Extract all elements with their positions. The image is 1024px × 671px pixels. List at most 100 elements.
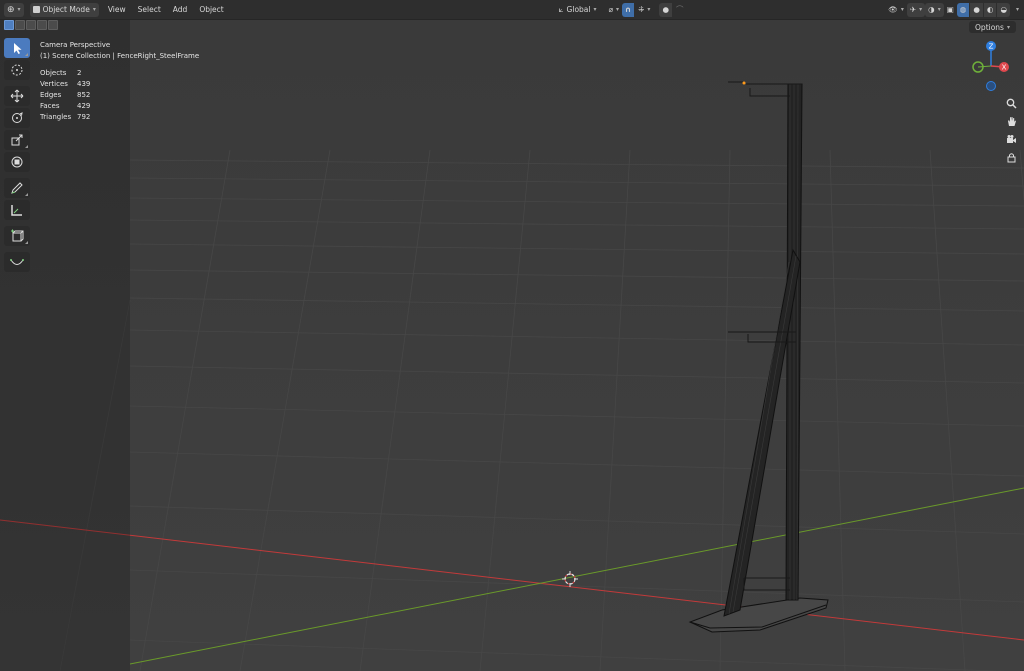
curve-icon: [10, 259, 24, 265]
gizmo-x-label: X: [1002, 64, 1007, 72]
select-new-button[interactable]: [4, 20, 14, 30]
falloff-curve-icon: ⌒: [675, 5, 684, 14]
3d-viewport-icon: ⊕: [7, 4, 15, 15]
chevron-down-icon: ▾: [900, 6, 904, 13]
chevron-down-icon: ▾: [616, 6, 620, 13]
orientation-label: Global: [566, 5, 591, 14]
stat-row: Objects 2: [40, 68, 199, 79]
select-extend-button[interactable]: [15, 20, 25, 30]
camera-view-button[interactable]: [1004, 132, 1018, 146]
gizmo-icon: ✈: [909, 5, 917, 14]
snap-toggle[interactable]: ∩: [622, 2, 635, 17]
tool-rotate[interactable]: [4, 108, 30, 128]
snap-target-button[interactable]: ⁜ ▾: [635, 3, 653, 17]
chevron-down-icon: ▾: [17, 6, 21, 13]
viewport-info-overlay: Camera Perspective (1) Scene Collection …: [40, 40, 199, 123]
shading-options-button[interactable]: ▾: [1010, 3, 1022, 17]
tool-annotate[interactable]: [4, 178, 30, 198]
menu-select[interactable]: Select: [135, 3, 164, 17]
tool-curve[interactable]: [4, 252, 30, 272]
eye-icon: 👁: [888, 5, 898, 14]
tool-add-cube[interactable]: [4, 226, 30, 246]
tool-shelf: [4, 38, 30, 272]
visibility-button[interactable]: 👁 ▾: [885, 3, 907, 17]
select-subtract-button[interactable]: [26, 20, 36, 30]
chevron-down-icon: ▾: [919, 6, 923, 13]
tool-measure[interactable]: [4, 200, 30, 220]
stat-label: Faces: [40, 102, 60, 110]
camera-icon: [1006, 134, 1016, 143]
chevron-down-icon: ▾: [647, 6, 651, 13]
mode-label: Object Mode: [42, 5, 90, 14]
shading-solid-button[interactable]: ●: [970, 2, 983, 17]
stat-row: Faces 429: [40, 101, 199, 112]
rendered-icon: ◒: [1000, 5, 1007, 14]
tool-cursor[interactable]: [4, 60, 30, 80]
proportional-falloff-button[interactable]: ⌒: [673, 3, 687, 17]
mode-select[interactable]: Object Mode ▾: [29, 2, 99, 17]
zoom-button[interactable]: [1004, 96, 1018, 110]
scene-statistics: Objects 2 Vertices 439 Edges 852 Faces 429 T…: [40, 68, 199, 123]
pencil-icon: [11, 182, 23, 194]
xray-icon: ▣: [946, 5, 954, 14]
magnet-icon: ∩: [625, 5, 632, 14]
stat-value: 439: [77, 80, 91, 88]
chevron-down-icon: ▾: [92, 6, 96, 13]
zoom-icon: [1006, 98, 1017, 109]
chevron-down-icon: ▾: [1006, 23, 1010, 31]
menu-view[interactable]: View: [105, 3, 129, 17]
stat-value: 2: [77, 69, 82, 77]
select-intersect-button[interactable]: [48, 20, 58, 30]
menu-object[interactable]: Object: [196, 3, 226, 17]
stat-label: Edges: [40, 91, 62, 99]
lock-camera-button[interactable]: [1004, 150, 1018, 164]
stat-label: Objects: [40, 69, 67, 77]
chevron-down-icon: ▾: [593, 6, 597, 13]
pivot-icon: ⌀: [608, 5, 614, 14]
orientation-select[interactable]: ⟀ Global ▾: [556, 3, 600, 17]
active-collection-label: (1) Scene Collection | FenceRight_SteelF…: [40, 52, 200, 60]
wireframe-icon: ◍: [959, 5, 967, 14]
hand-icon: [1007, 116, 1016, 126]
chevron-down-icon: ▾: [1015, 6, 1019, 13]
shading-material-button[interactable]: ◐: [983, 2, 997, 17]
viewport-header: ⊕ ▾ Object Mode ▾ View Select Add Object …: [0, 0, 1024, 20]
move-arrows-icon: [10, 89, 24, 103]
chevron-down-icon: ▾: [937, 6, 941, 13]
tool-scale[interactable]: [4, 130, 30, 150]
overlays-toggle[interactable]: ◑ ▾: [925, 2, 944, 17]
stat-row: Vertices 439: [40, 79, 199, 90]
transform-orientation-icon: ⟀: [558, 4, 564, 14]
shading-wireframe-button[interactable]: ◍: [956, 2, 970, 17]
shading-rendered-button[interactable]: ◒: [997, 2, 1010, 17]
gizmo-toggle[interactable]: ✈ ▾: [906, 2, 926, 17]
navigation-gizmo[interactable]: Z X: [966, 38, 1016, 94]
select-invert-button[interactable]: [37, 20, 47, 30]
selection-mode-buttons: [4, 20, 58, 33]
pan-button[interactable]: [1004, 114, 1018, 128]
viewport-navigation: [1004, 96, 1018, 164]
stat-label: Vertices: [40, 80, 68, 88]
options-button[interactable]: Options ▾: [969, 21, 1016, 33]
stat-value: 429: [77, 102, 91, 110]
menu-add[interactable]: Add: [170, 3, 191, 17]
editor-type-button[interactable]: ⊕ ▾: [4, 2, 24, 17]
overlays-icon: ◑: [928, 5, 935, 14]
stat-value: 792: [77, 113, 91, 121]
options-label: Options: [975, 22, 1004, 32]
stat-row: Triangles 792: [40, 112, 199, 123]
tool-select-box[interactable]: [4, 38, 30, 58]
ruler-icon: [11, 205, 22, 216]
crosshair-cursor-icon: [11, 64, 23, 76]
solid-icon: ●: [973, 5, 980, 14]
lock-icon: [1007, 152, 1015, 162]
tool-move[interactable]: [4, 86, 30, 106]
scale-icon: [11, 134, 23, 146]
proportional-edit-toggle[interactable]: ●: [659, 2, 672, 17]
gizmo-neg-z-axis[interactable]: [986, 81, 996, 91]
tool-transform[interactable]: [4, 152, 30, 172]
stat-row: Edges 852: [40, 90, 199, 101]
pivot-point-button[interactable]: ⌀ ▾: [606, 3, 623, 17]
xray-toggle[interactable]: ▣: [944, 3, 957, 17]
object-mode-icon: [32, 6, 40, 13]
